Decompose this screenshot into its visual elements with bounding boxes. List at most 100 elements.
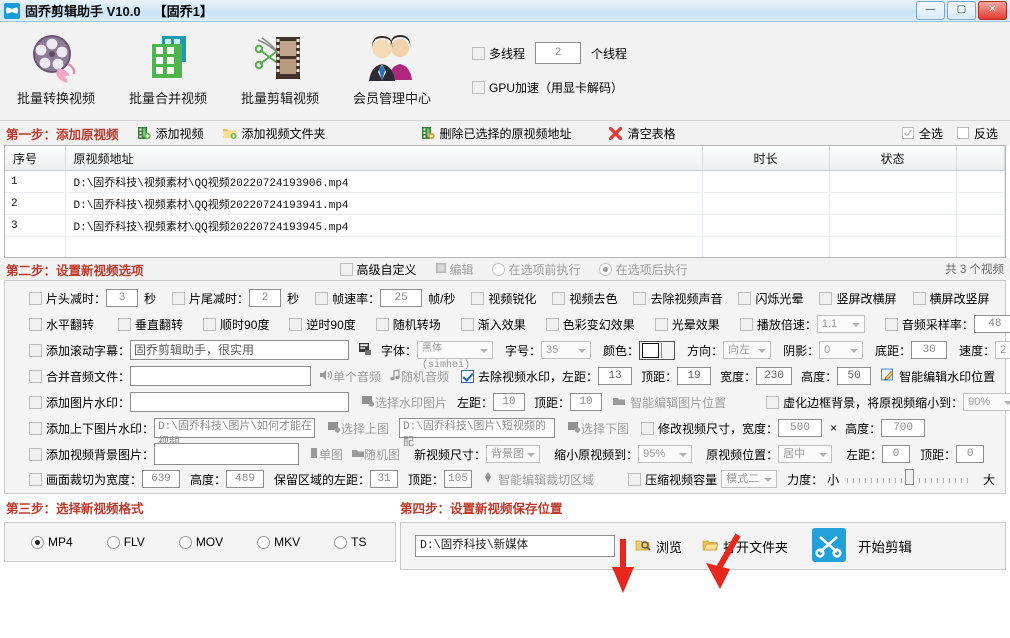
mute-checkbox[interactable] — [633, 291, 647, 305]
format-ts[interactable]: TS — [334, 535, 367, 549]
watermark-width-input[interactable]: 230 — [756, 367, 793, 385]
sharpen-checkbox[interactable] — [471, 291, 485, 305]
exec-after-group[interactable]: 在选项后执行 — [598, 261, 688, 278]
samplerate-checkbox[interactable] — [884, 317, 898, 331]
strength-slider[interactable] — [847, 469, 974, 485]
tail-trim-checkbox[interactable] — [172, 291, 186, 305]
edit-button[interactable]: 编辑 — [435, 261, 474, 278]
tool-member-center[interactable]: 会员管理中心 — [336, 22, 448, 107]
sharpen-group[interactable]: 视频锐化 — [471, 290, 536, 307]
crop-width-input[interactable]: 639 — [142, 470, 181, 488]
advanced-custom-checkbox[interactable] — [339, 262, 353, 276]
samplerate-input[interactable]: 48 — [973, 315, 1010, 333]
direction-combo[interactable]: 向左 — [723, 341, 772, 359]
format-mp4[interactable]: MP4 — [31, 535, 73, 549]
minimize-button[interactable]: — — [916, 1, 945, 20]
thread-count-input[interactable]: 2 — [535, 42, 582, 64]
font-combo[interactable]: 黑体 (simhei) — [417, 341, 494, 371]
format-flv-radio[interactable] — [106, 535, 120, 549]
vflip-group[interactable]: 垂直翻转 — [118, 316, 183, 333]
exec-before-group[interactable]: 在选项前执行 — [491, 261, 581, 278]
crop-checkbox[interactable] — [29, 472, 42, 486]
watermark-height-input[interactable]: 50 — [837, 367, 872, 385]
shrink-combo[interactable]: 95% — [638, 445, 693, 463]
add-video-button[interactable]: 添加视频 — [137, 125, 204, 142]
save-path-input[interactable]: D:\固乔科技\新媒体 — [415, 535, 615, 557]
top-image-input[interactable]: D:\固乔科技\图片\如何才能在视频 — [154, 418, 316, 449]
tool-batch-merge[interactable]: 批量合并视频 — [112, 22, 224, 107]
h2v-group[interactable]: 横屏改竖屏 — [912, 290, 990, 307]
background-image-checkbox[interactable] — [29, 447, 42, 461]
v2h-group[interactable]: 竖屏改横屏 — [819, 290, 897, 307]
framerate-checkbox[interactable] — [315, 291, 329, 305]
compress-mode-combo[interactable]: 模式二 — [721, 470, 778, 488]
halo-group[interactable]: 光晕效果 — [654, 316, 720, 333]
choose-watermark-image-button[interactable]: 选择水印图片 — [361, 394, 447, 411]
image-watermark-input[interactable] — [130, 392, 350, 412]
decolor-group[interactable]: 视频去色 — [552, 290, 617, 307]
hflip-group[interactable]: 水平翻转 — [29, 316, 94, 333]
img-top-input[interactable]: 10 — [570, 393, 603, 411]
random-transition-checkbox[interactable] — [375, 317, 389, 331]
browse-button[interactable]: 浏览 — [635, 537, 682, 556]
clear-table-button[interactable]: 清空表格 — [608, 125, 676, 142]
shadow-combo[interactable]: 0 — [819, 341, 864, 359]
bottom-image-input[interactable]: D:\固乔科技\图片\短视频的配 — [399, 418, 556, 449]
delete-selected-button[interactable]: 删除已选择的原视频地址 — [421, 125, 572, 142]
single-image-button[interactable]: 单图 — [309, 446, 343, 463]
halo-checkbox[interactable] — [654, 317, 668, 331]
open-folder-button[interactable]: 打开文件夹 — [702, 537, 788, 556]
color-picker[interactable] — [639, 340, 676, 360]
choose-bottom-image-button[interactable]: 选择下图 — [567, 420, 629, 437]
merge-audio-checkbox[interactable] — [29, 369, 42, 383]
hflip-checkbox[interactable] — [29, 317, 42, 331]
rotate-ccw-checkbox[interactable] — [289, 317, 303, 331]
rotate-ccw-group[interactable]: 逆时90度 — [289, 316, 356, 333]
watermark-left-input[interactable]: 13 — [598, 367, 633, 385]
decolor-checkbox[interactable] — [552, 291, 566, 305]
fade-in-group[interactable]: 渐入效果 — [460, 316, 526, 333]
vflip-checkbox[interactable] — [118, 317, 132, 331]
tail-trim-input[interactable]: 2 — [249, 289, 282, 307]
table-row[interactable] — [5, 236, 1005, 257]
speed-checkbox[interactable] — [739, 317, 753, 331]
format-mp4-radio[interactable] — [31, 535, 44, 549]
img-left-input[interactable]: 10 — [493, 393, 526, 411]
close-button[interactable]: ✕ — [978, 1, 1007, 20]
new-size-combo[interactable]: 背景图 — [486, 445, 541, 463]
video-list-table[interactable]: 序号 原视频地址 时长 状态 1 D:\固乔科技\视频素材\QQ视频2022072… — [4, 145, 1006, 258]
compress-checkbox[interactable] — [628, 472, 642, 486]
format-mkv-radio[interactable] — [257, 535, 271, 549]
maximize-button[interactable]: ▢ — [947, 1, 976, 20]
background-image-input[interactable] — [154, 443, 300, 465]
start-edit-button[interactable]: 开始剪辑 — [812, 527, 912, 565]
v2h-checkbox[interactable] — [819, 291, 833, 305]
image-watermark-checkbox[interactable] — [29, 395, 42, 409]
format-mov[interactable]: MOV — [178, 535, 223, 549]
original-position-combo[interactable]: 居中 — [778, 445, 833, 463]
format-mkv[interactable]: MKV — [257, 535, 300, 549]
bg-top-input[interactable]: 0 — [956, 445, 985, 463]
scroll-subtitle-input[interactable]: 固乔剪辑助手，很实用 — [130, 340, 350, 360]
flicker-group[interactable]: 闪烁光晕 — [738, 290, 803, 307]
watermark-remove-checkbox[interactable] — [461, 369, 475, 383]
bg-left-input[interactable]: 0 — [882, 445, 911, 463]
scroll-subtitle-checkbox[interactable] — [29, 343, 42, 357]
single-audio-button[interactable]: 单个音频 — [319, 368, 381, 385]
multithread-checkbox[interactable] — [472, 46, 485, 60]
resize-video-checkbox[interactable] — [641, 421, 655, 435]
table-row[interactable]: 3 D:\固乔科技\视频素材\QQ视频20220724193945.mp4 — [5, 214, 1005, 237]
speed-combo[interactable]: 1.1 — [816, 315, 865, 333]
smart-image-position-button[interactable]: 智能编辑图片位置 — [612, 394, 726, 411]
format-flv[interactable]: FLV — [106, 535, 145, 549]
color-shift-checkbox[interactable] — [545, 317, 559, 331]
keep-left-input[interactable]: 31 — [370, 470, 399, 488]
table-row[interactable]: 1 D:\固乔科技\视频素材\QQ视频20220724193906.mp4 — [5, 170, 1005, 193]
slider-knob[interactable] — [905, 469, 915, 485]
select-all-button[interactable]: 全选 — [901, 125, 943, 142]
fontsize-combo[interactable]: 35 — [541, 341, 592, 359]
text-edit-icon[interactable] — [358, 342, 372, 359]
watermark-top-input[interactable]: 19 — [677, 367, 712, 385]
invert-select-button[interactable]: 反选 — [956, 125, 998, 142]
color-shift-group[interactable]: 色彩变幻效果 — [545, 316, 635, 333]
